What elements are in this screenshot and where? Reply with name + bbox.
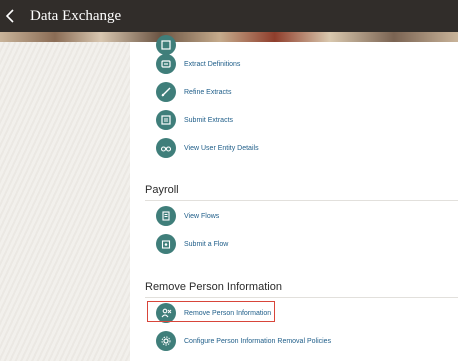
- selection-highlight-box: [147, 301, 275, 322]
- section-divider: [145, 200, 458, 201]
- item-label: Configure Person Information Removal Pol…: [184, 337, 332, 345]
- item-label: Refine Extracts: [184, 88, 232, 96]
- back-chevron-icon[interactable]: [6, 7, 18, 25]
- refine-extracts-link[interactable]: Refine Extracts: [156, 79, 456, 105]
- header-bar: Data Exchange: [0, 0, 458, 32]
- submit-extracts-link[interactable]: Submit Extracts: [156, 107, 456, 133]
- submit-flow-icon: [156, 234, 176, 254]
- item-label: Submit a Flow: [184, 240, 229, 248]
- left-panel: [0, 42, 130, 361]
- configure-person-information-removal-policies-link[interactable]: Configure Person Information Removal Pol…: [156, 328, 456, 354]
- extract-definitions-link[interactable]: Extract Definitions: [156, 51, 456, 77]
- extract-definitions-icon: [156, 54, 176, 74]
- view-user-entity-details-link[interactable]: View User Entity Details: [156, 135, 456, 161]
- page-title: Data Exchange: [30, 7, 122, 24]
- section-divider: [145, 297, 458, 298]
- view-flows-icon: [156, 206, 176, 226]
- user-entity-icon: [156, 138, 176, 158]
- submit-extracts-icon: [156, 110, 176, 130]
- section-title-remove-person-information: Remove Person Information: [145, 281, 282, 293]
- item-label: View User Entity Details: [184, 144, 259, 152]
- section-title-payroll: Payroll: [145, 184, 179, 196]
- item-label: Extract Definitions: [184, 60, 241, 68]
- view-flows-link[interactable]: View Flows: [156, 203, 456, 229]
- submit-a-flow-link[interactable]: Submit a Flow: [156, 231, 456, 257]
- item-label: Submit Extracts: [184, 116, 234, 124]
- configure-policies-icon: [156, 331, 176, 351]
- refine-extracts-icon: [156, 82, 176, 102]
- item-label: View Flows: [184, 212, 220, 220]
